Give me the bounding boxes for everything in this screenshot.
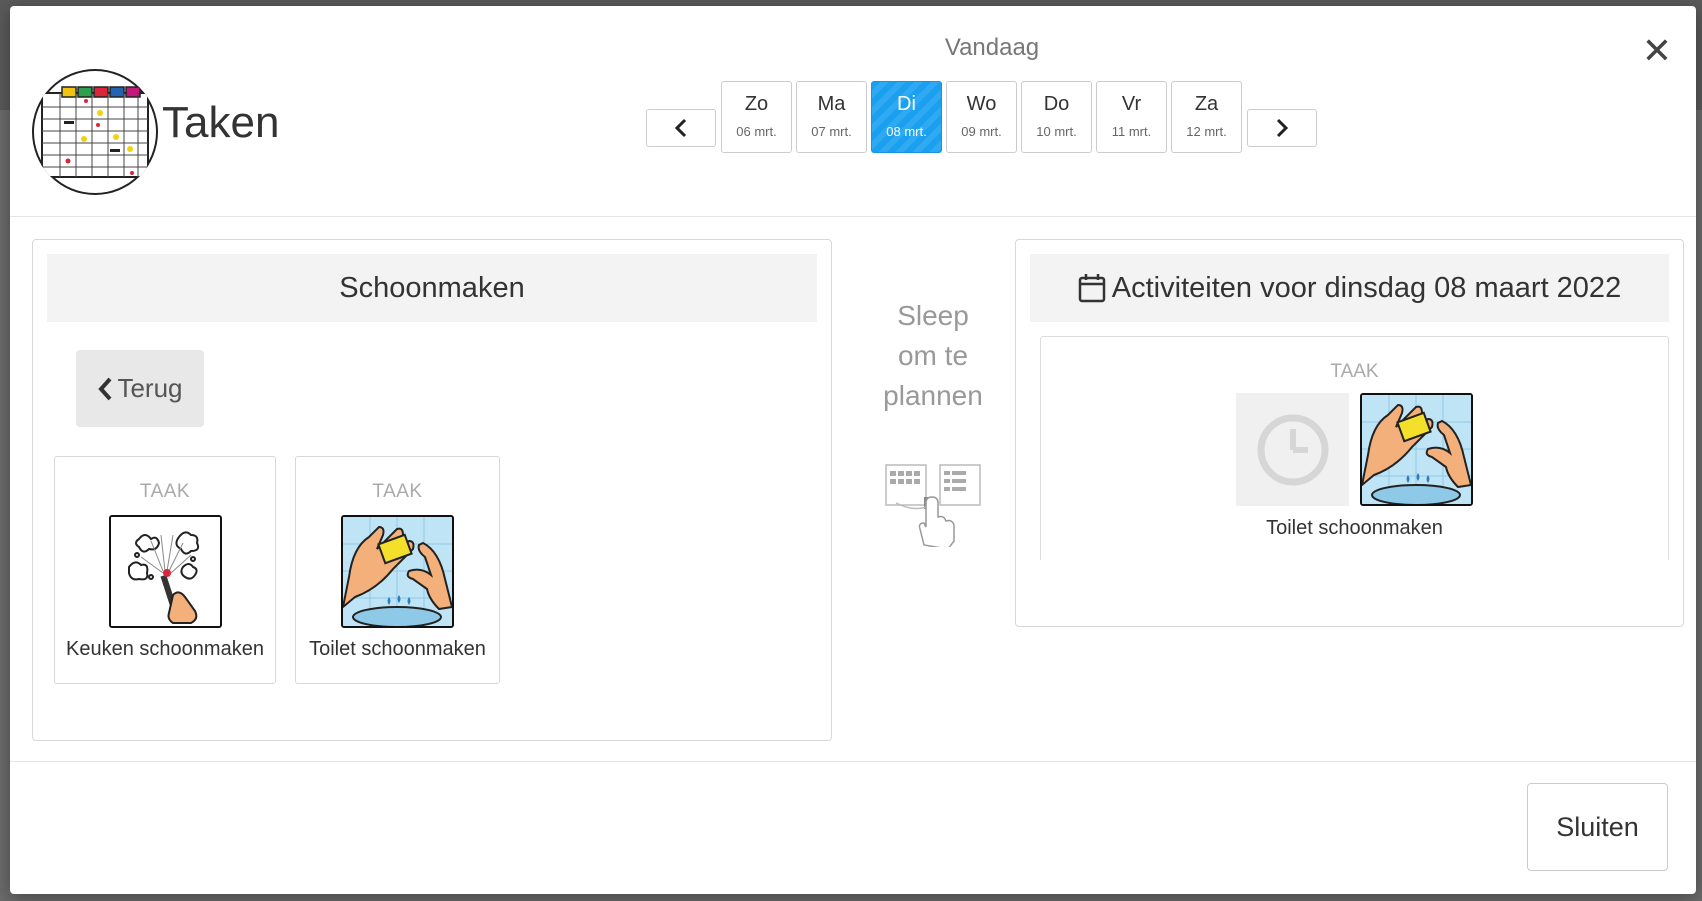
washing-hands-icon xyxy=(341,515,454,628)
day-ma[interactable]: Ma 07 mrt. xyxy=(796,81,867,153)
task-card-keuken[interactable]: TAAK Keuken schoonmaken xyxy=(54,456,276,684)
tasks-logo-icon xyxy=(32,69,158,195)
drag-hint-text: Sleep om te plannen xyxy=(883,300,983,411)
time-slot-button[interactable] xyxy=(1236,393,1349,506)
day-do[interactable]: Do 10 mrt. xyxy=(1021,81,1092,153)
modal-header: Taken Vandaag Zo 06 mrt. Ma 07 mrt. Di 0… xyxy=(10,6,1696,217)
close-button[interactable]: Sluiten xyxy=(1527,783,1668,871)
day-wo[interactable]: Wo 09 mrt. xyxy=(946,81,1017,153)
schedule-title: Activiteiten voor dinsdag 08 maart 2022 xyxy=(1111,272,1622,304)
tasks-modal: Taken Vandaag Zo 06 mrt. Ma 07 mrt. Di 0… xyxy=(10,6,1696,894)
scheduled-task-item[interactable]: TAAK Toilet schoonmaken xyxy=(1040,336,1669,560)
back-button[interactable]: Terug xyxy=(76,350,204,427)
day-za[interactable]: Za 12 mrt. xyxy=(1171,81,1242,153)
task-card-toilet[interactable]: TAAK Toilet schoonmaken xyxy=(295,456,500,684)
task-label: Keuken schoonmaken xyxy=(66,638,264,660)
clock-icon xyxy=(1257,414,1328,485)
calendar-icon xyxy=(1078,274,1106,303)
day-di-selected[interactable]: Di 08 mrt. xyxy=(871,81,942,153)
footer-divider xyxy=(10,761,1696,762)
today-button[interactable]: Vandaag xyxy=(932,34,1052,62)
close-icon[interactable]: ✕ xyxy=(1638,32,1676,70)
next-week-button[interactable] xyxy=(1247,109,1317,147)
task-label: Toilet schoonmaken xyxy=(1266,517,1443,539)
chevron-left-icon xyxy=(674,118,687,138)
schedule-header: Activiteiten voor dinsdag 08 maart 2022 xyxy=(1030,254,1669,322)
cleaning-spray-icon xyxy=(108,515,222,628)
day-vr[interactable]: Vr 11 mrt. xyxy=(1096,81,1167,153)
drag-to-schedule-icon xyxy=(884,461,982,550)
task-tag: TAAK xyxy=(1330,361,1379,382)
chevron-left-icon xyxy=(98,377,112,400)
task-label: Toilet schoonmaken xyxy=(309,638,486,660)
category-title: Schoonmaken xyxy=(47,254,817,322)
task-tag: TAAK xyxy=(372,481,423,502)
chevron-right-icon xyxy=(1276,118,1289,138)
day-zo[interactable]: Zo 06 mrt. xyxy=(721,81,792,153)
back-button-label: Terug xyxy=(117,373,183,403)
previous-week-button[interactable] xyxy=(646,109,716,147)
task-tag: TAAK xyxy=(139,481,191,502)
washing-hands-icon xyxy=(1360,393,1473,506)
page-title: Taken xyxy=(162,98,280,147)
